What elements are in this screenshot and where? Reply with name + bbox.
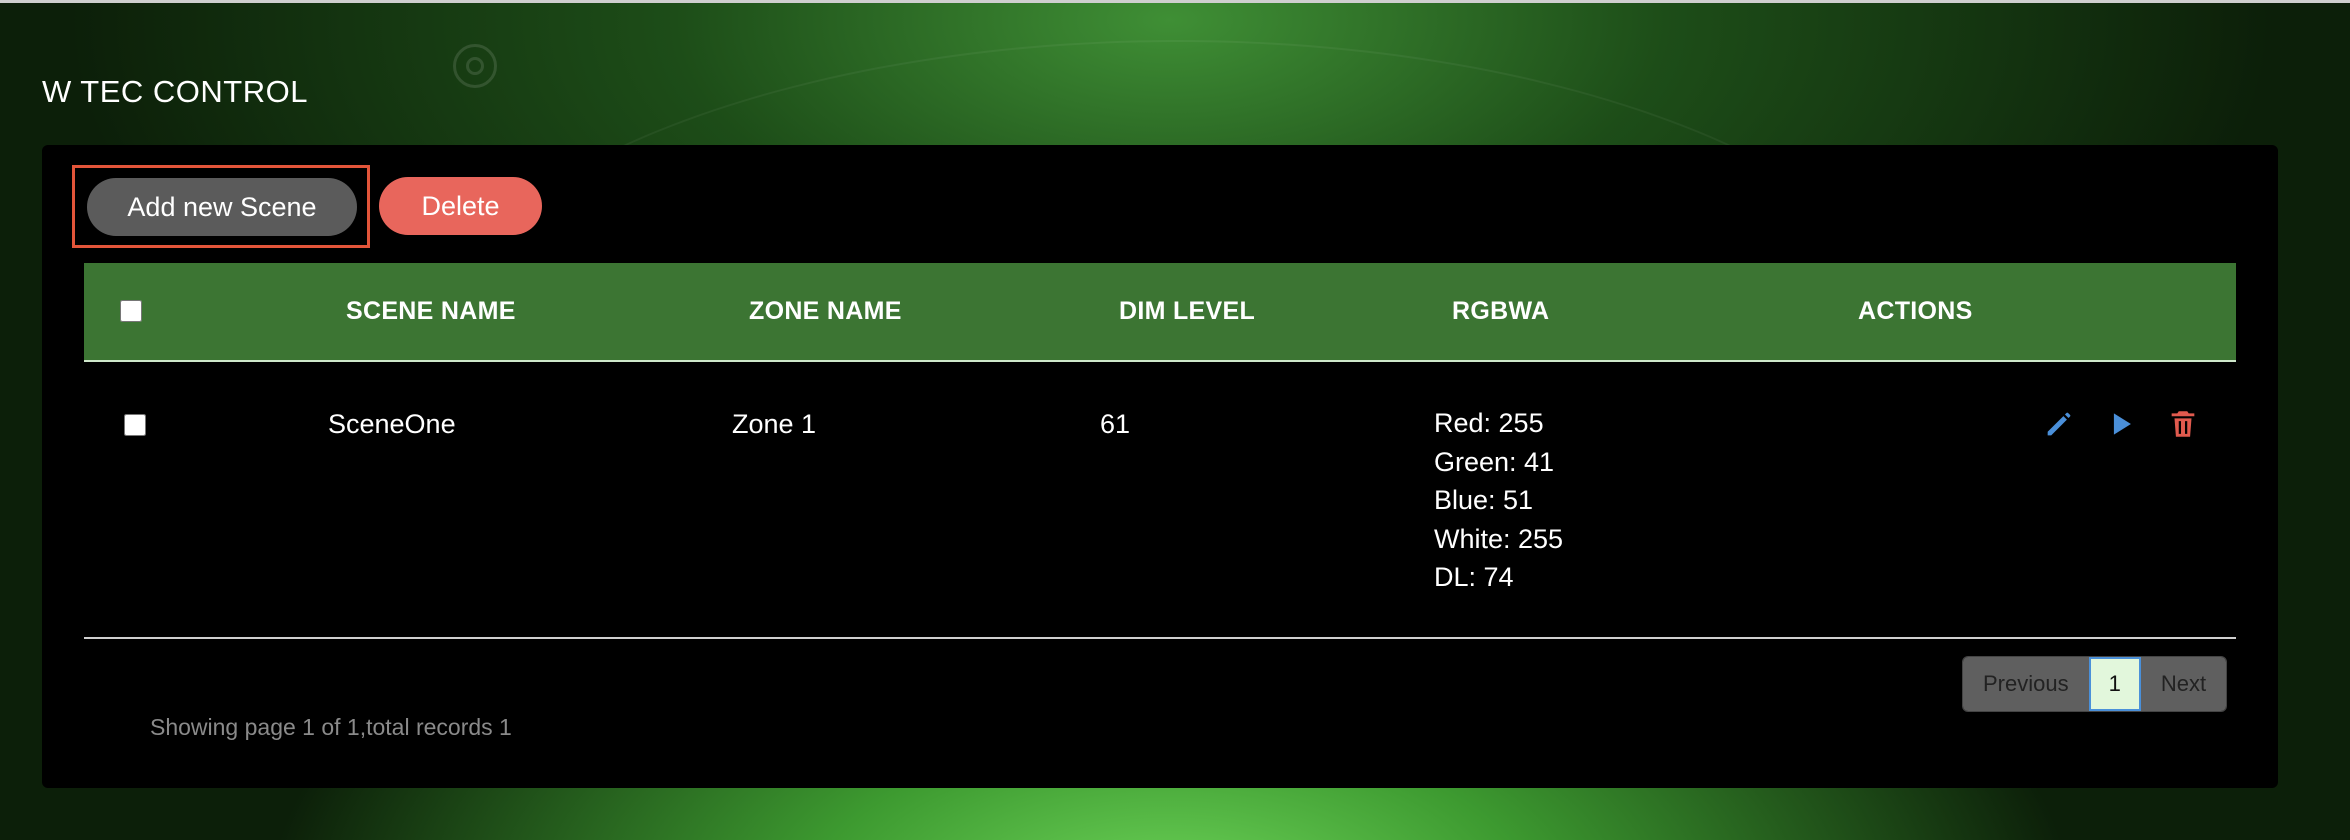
header-rgbwa: RGBWA [1452, 297, 1550, 325]
rgbwa-white: White: 255 [1434, 523, 1564, 554]
page-1-button[interactable]: 1 [2088, 657, 2141, 711]
header-dim-level: DIM LEVEL [1119, 297, 1256, 325]
play-icon[interactable] [2104, 407, 2138, 441]
delete-button[interactable]: Delete [379, 177, 542, 235]
next-page-button[interactable]: Next [2140, 657, 2227, 711]
scene-name-cell: SceneOne [328, 409, 456, 439]
dim-level-cell: 61 [1100, 409, 1131, 439]
zone-name-cell: Zone 1 [732, 409, 817, 439]
records-status: Showing page 1 of 1,total records 1 [150, 714, 512, 740]
trash-icon[interactable] [2166, 407, 2200, 441]
rgbwa-blue: Blue: 51 [1434, 485, 1534, 515]
rgbwa-dl: DL: 74 [1434, 562, 1514, 592]
table-header: SCENE NAME ZONE NAME DIM LEVEL RGBWA ACT… [84, 263, 2236, 362]
row-checkbox[interactable] [124, 414, 146, 436]
scenes-panel: Add new Scene Delete SCENE NAME ZONE NAM… [42, 145, 2278, 788]
add-new-scene-button[interactable]: Add new Scene [87, 178, 357, 236]
page-title: W TEC CONTROL [42, 74, 308, 109]
header-zone-name: ZONE NAME [749, 297, 902, 325]
previous-page-button[interactable]: Previous [1963, 657, 2089, 711]
target-circle-decoration [453, 44, 497, 88]
top-border [0, 0, 2350, 3]
row-divider [84, 637, 2236, 639]
rgbwa-red: Red: 255 [1434, 408, 1544, 438]
rgbwa-cell: Red: 255 Green: 41 Blue: 51 White: 255 D… [1434, 404, 1563, 597]
rgbwa-green: Green: 41 [1434, 446, 1555, 477]
header-actions: ACTIONS [1858, 297, 1973, 325]
pagination: Previous 1 Next [1962, 656, 2228, 712]
add-button-highlight: Add new Scene [72, 165, 370, 248]
edit-icon[interactable] [2042, 407, 2076, 441]
select-all-checkbox[interactable] [120, 300, 142, 322]
header-scene-name: SCENE NAME [346, 297, 516, 325]
